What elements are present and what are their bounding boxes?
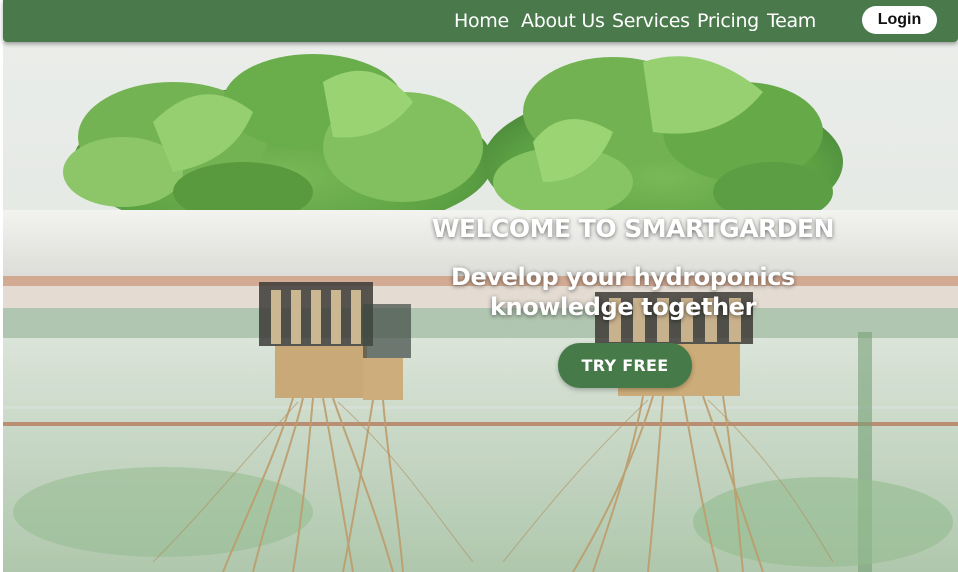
hero-subtitle-line-2: knowledge together	[489, 293, 757, 321]
hero-subtitle: Develop your hydroponics knowledge toget…	[363, 262, 883, 322]
nav-link-services[interactable]: Services	[612, 9, 690, 33]
nav-link-pricing[interactable]: Pricing	[697, 9, 759, 33]
hero-title: WELCOME TO SMARTGARDEN	[431, 214, 835, 243]
login-button[interactable]: Login	[862, 6, 937, 34]
nav-link-home[interactable]: Home	[454, 9, 509, 33]
nav-link-about-us[interactable]: About Us	[521, 9, 605, 33]
top-navbar: Home About Us Services Pricing Team Logi…	[3, 0, 958, 42]
try-free-button[interactable]: TRY FREE	[558, 343, 692, 388]
hero-section: WELCOME TO SMARTGARDEN Develop your hydr…	[3, 42, 958, 572]
nav-link-team[interactable]: Team	[767, 9, 816, 33]
hero-subtitle-line-1: Develop your hydroponics	[451, 263, 795, 291]
